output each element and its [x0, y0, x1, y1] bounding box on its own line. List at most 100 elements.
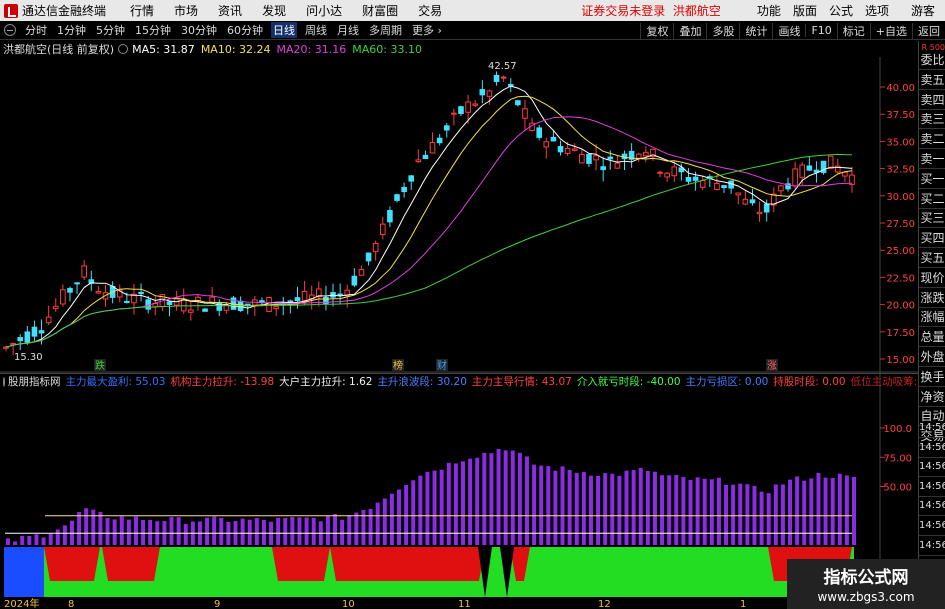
tf-monthly[interactable]: 月线 — [335, 22, 361, 38]
sidebar-item[interactable]: 卖三 — [919, 110, 945, 130]
volume-bar — [297, 517, 302, 545]
volume-bar — [418, 475, 423, 545]
btn-overlay[interactable]: 叠加 — [673, 22, 706, 39]
btn-adjust[interactable]: 复权 — [640, 22, 673, 39]
candle-body — [45, 316, 52, 324]
volume-bar — [333, 513, 338, 545]
candlestick-panel[interactable]: 42.57 15.30 — [3, 61, 855, 363]
stock-chart[interactable]: 42.57 15.30 40.00 37.50 35.00 32.50 30.00 27.5… — [0, 57, 918, 609]
candle-body — [166, 301, 173, 305]
candle-body — [31, 326, 38, 337]
tf-multi[interactable]: 多周期 — [367, 22, 404, 38]
sidebar-item[interactable]: 买二 — [919, 190, 945, 209]
candle-body — [422, 154, 429, 160]
candle-body — [671, 166, 678, 177]
candle-body — [60, 289, 66, 305]
btn-mark[interactable]: 标记 — [836, 22, 870, 39]
tf-intraday[interactable]: 分时 — [23, 22, 49, 38]
tf-weekly[interactable]: 周线 — [303, 22, 329, 38]
candle-body — [408, 175, 415, 182]
ind-tick-label: 100.0 — [883, 424, 912, 435]
sidebar-item[interactable]: 外盘 — [919, 348, 945, 367]
tf-1min[interactable]: 1分钟 — [55, 22, 88, 38]
sidebar-item[interactable]: 现价 — [919, 269, 945, 288]
btn-multistock[interactable]: 多股 — [706, 22, 739, 39]
volume-bar — [667, 475, 672, 545]
candle-body — [714, 182, 720, 191]
volume-bar — [240, 518, 245, 545]
volume-bar — [119, 516, 124, 545]
app-logo-icon — [4, 3, 18, 18]
sidebar-item[interactable]: 换手 — [919, 368, 945, 387]
sidebar-item[interactable]: 委比 — [919, 51, 945, 70]
volume-bar — [411, 480, 416, 545]
menu-item-discover[interactable]: 发现 — [262, 2, 286, 19]
candle-body — [756, 211, 763, 215]
volume-bar — [482, 452, 487, 545]
volume-bar — [745, 484, 750, 545]
sidebar-item[interactable]: 卖五 — [919, 71, 945, 90]
menu-item-ask[interactable]: 问小达 — [306, 2, 342, 19]
sidebar-item[interactable]: 涨跌 — [919, 289, 945, 308]
sidebar-item[interactable]: 买四 — [919, 229, 945, 249]
options-icon[interactable] — [4, 24, 16, 36]
volume-bar — [581, 472, 586, 545]
btn-back[interactable]: 返回 — [912, 22, 945, 39]
tf-15min[interactable]: 15分钟 — [133, 22, 173, 38]
btn-f10[interactable]: F10 — [805, 24, 836, 37]
sidebar-item[interactable]: 净资 — [919, 388, 945, 407]
volume-bar — [830, 478, 835, 545]
sidebar-item[interactable]: 卖四 — [919, 91, 945, 110]
menu-item-function[interactable]: 功能 — [757, 2, 781, 19]
volume-bar — [709, 479, 714, 545]
sidebar-item[interactable]: 卖二 — [919, 130, 945, 150]
menu-item-wealth[interactable]: 财富圈 — [362, 2, 398, 19]
btn-add-watch[interactable]: +自选 — [869, 22, 912, 39]
sidebar-item[interactable]: 卖一 — [919, 150, 945, 169]
dropdown-icon[interactable] — [118, 44, 129, 54]
sidebar-item[interactable]: 买三 — [919, 209, 945, 229]
candle-body — [273, 306, 279, 310]
menu-item-formula[interactable]: 公式 — [829, 2, 853, 19]
volume-bar — [77, 512, 82, 545]
ma60-line — [5, 153, 853, 348]
sidebar-item[interactable]: 涨幅 — [919, 308, 945, 328]
indicator-options-icon[interactable] — [3, 376, 5, 387]
ma10-line — [5, 95, 853, 348]
indicator-item: 持股时段: 0.00 — [773, 376, 846, 388]
sidebar-item[interactable]: 总量 — [919, 328, 945, 348]
volume-bar — [624, 470, 629, 545]
indicator-item: 大户主力拉升: 1.62 — [279, 376, 373, 388]
menu-item-market[interactable]: 市场 — [174, 2, 198, 19]
indicator-panel: 100.0 75.00 50.00 — [4, 424, 912, 597]
tf-daily[interactable]: 日线 — [271, 22, 297, 38]
volume-bar — [652, 471, 657, 545]
menu-item-options[interactable]: 选项 — [865, 2, 889, 19]
candle-body — [643, 151, 649, 157]
volume-bar — [802, 480, 807, 545]
band-blue — [4, 547, 44, 597]
menu-bar: 通达信金融终端 行情 市场 资讯 发现 问小达 财富圈 交易 证券交易未登录 洪… — [0, 0, 945, 21]
tf-more[interactable]: 更多 › — [410, 22, 444, 38]
tf-5min[interactable]: 5分钟 — [94, 22, 127, 38]
sidebar-item[interactable]: 买五 — [919, 249, 945, 268]
volume-bar — [603, 473, 608, 545]
volume-bar — [261, 519, 266, 545]
sidebar-time: 14:56 — [919, 439, 945, 458]
tf-30min[interactable]: 30分钟 — [179, 22, 219, 38]
volume-bar — [247, 519, 252, 545]
guest-label[interactable]: 游客 — [911, 2, 935, 19]
login-notice[interactable]: 证券交易未登录 洪都航空 — [581, 2, 721, 19]
candle-body — [337, 293, 343, 296]
candle-body — [415, 159, 422, 163]
tf-60min[interactable]: 60分钟 — [225, 22, 265, 38]
btn-stats[interactable]: 统计 — [739, 22, 772, 39]
menu-item-trade[interactable]: 交易 — [418, 2, 442, 19]
btn-draw[interactable]: 画线 — [772, 22, 805, 39]
menu-item-news[interactable]: 资讯 — [218, 2, 242, 19]
menu-item-layout[interactable]: 版面 — [793, 2, 817, 19]
event-marker: 涨 — [767, 360, 777, 372]
menu-item-quotes[interactable]: 行情 — [130, 2, 154, 19]
volume-bar — [688, 479, 693, 545]
sidebar-item[interactable]: 买一 — [919, 170, 945, 189]
